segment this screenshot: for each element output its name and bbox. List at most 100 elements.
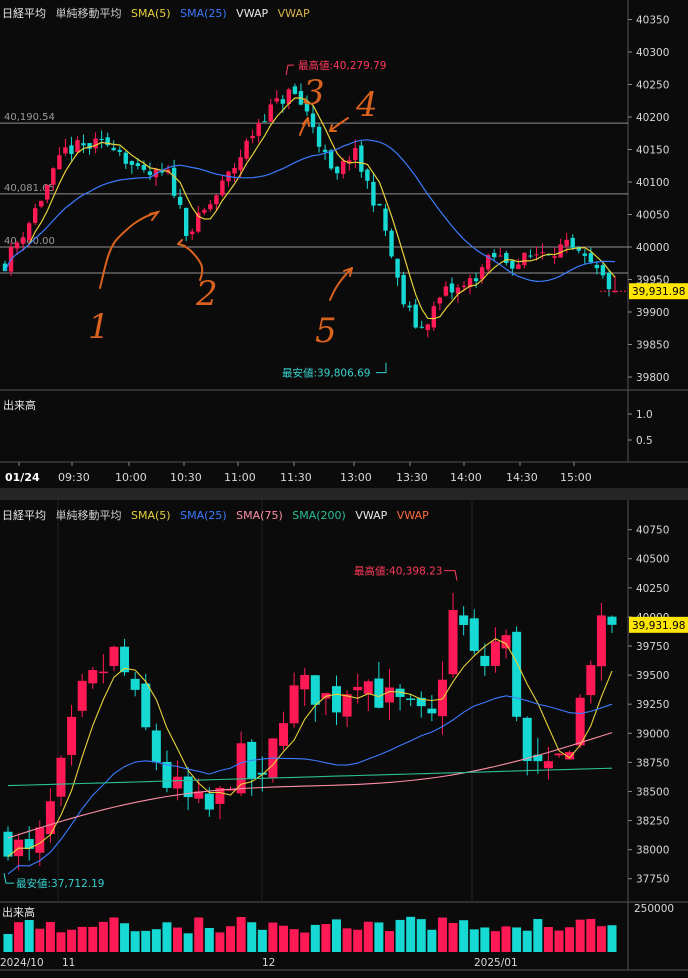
volume-bar xyxy=(427,929,437,952)
legend-sma5[interactable]: SMA(5) xyxy=(131,509,171,522)
legend-indicator: 単純移動平均 xyxy=(55,509,122,522)
y-tick-label: 37750 xyxy=(636,874,669,886)
volume-bar xyxy=(226,926,236,952)
volume-bar xyxy=(268,922,278,952)
annotation-number-1: 1 xyxy=(88,307,110,347)
volume-bar xyxy=(300,932,310,952)
volume-bar xyxy=(554,930,564,952)
x-tick-label: 13:30 xyxy=(396,471,428,484)
volume-bar xyxy=(77,926,87,952)
candle-body xyxy=(552,256,557,258)
volume-label: 出来高 xyxy=(3,398,36,412)
candle-body xyxy=(236,743,246,794)
candle-body xyxy=(522,252,527,266)
volume-bar xyxy=(512,927,522,952)
candle-body xyxy=(443,286,449,296)
candle-body xyxy=(528,255,533,257)
volume-bar xyxy=(247,922,257,952)
candle-body xyxy=(334,166,340,174)
candle-body xyxy=(473,278,479,282)
volume-bar xyxy=(14,922,24,952)
candle-body xyxy=(600,265,606,276)
annotation-number-3: 3 xyxy=(303,73,325,113)
low-label: 最安値:37,712.19 xyxy=(16,877,104,890)
candle-body xyxy=(111,147,116,151)
legend-sma25[interactable]: SMA(25) xyxy=(180,7,227,20)
x-tick-label: 15:00 xyxy=(560,471,592,484)
volume-bar xyxy=(162,922,172,952)
candle-body xyxy=(177,196,183,205)
candle-body xyxy=(365,169,370,181)
legend-sma200[interactable]: SMA(200) xyxy=(292,509,346,522)
candle-body xyxy=(543,761,553,769)
candle-body xyxy=(534,254,539,256)
candle-body xyxy=(353,686,363,691)
volume-bar xyxy=(565,927,575,952)
candle-body xyxy=(564,239,569,247)
candle-body xyxy=(220,180,225,196)
daily-chart-panel: 4075040500402504000039750395003925039000… xyxy=(0,500,688,978)
candle-body xyxy=(310,113,316,128)
candle-body xyxy=(214,195,219,205)
legend-name: 日経平均 xyxy=(2,509,46,522)
y-tick-label: 40150 xyxy=(636,145,669,157)
panel-separator xyxy=(0,488,688,500)
candle-body xyxy=(190,231,195,235)
candle-body xyxy=(204,793,214,810)
legend-vwap2[interactable]: VWAP xyxy=(278,7,310,20)
legend-sma5[interactable]: SMA(5) xyxy=(131,7,171,20)
candle-body xyxy=(437,679,447,717)
candle-body xyxy=(328,150,334,169)
y-tick-label: 39800 xyxy=(636,372,669,384)
candle-body xyxy=(448,609,458,675)
legend-sma25[interactable]: SMA(25) xyxy=(180,509,227,522)
candle-body xyxy=(274,98,279,102)
vol-tick-label: 1.0 xyxy=(636,409,653,421)
volume-bar xyxy=(459,920,469,952)
legend-vwap2[interactable]: VWAP xyxy=(397,509,429,522)
volume-bar xyxy=(533,919,543,952)
candle-body xyxy=(173,776,183,789)
candle-body xyxy=(504,252,509,264)
candle-body xyxy=(449,283,455,293)
x-tick-label: 14:30 xyxy=(506,471,538,484)
candle-body xyxy=(63,147,68,154)
volume-bar xyxy=(490,931,500,952)
x-tick-label: 14:00 xyxy=(450,471,482,484)
candle-body xyxy=(123,152,128,164)
candle-body xyxy=(594,264,600,269)
x-tick-label: 11 xyxy=(62,957,75,969)
volume-bar xyxy=(56,932,66,952)
intraday-chart: 40350 40300 40250 40200 40150 40100 40050 40000… xyxy=(0,0,688,488)
price-tag-text: 39,931.98 xyxy=(632,620,685,632)
legend-indicator: 単純移動平均 xyxy=(55,7,122,20)
candle-body xyxy=(342,694,352,717)
high-label: 最高値:40,398.23 xyxy=(354,565,442,578)
legend-vwap[interactable]: VWAP xyxy=(236,7,268,20)
candle-body xyxy=(596,615,606,667)
volume-bar xyxy=(607,925,617,952)
y-tick-label: 40350 xyxy=(636,15,669,27)
candle-body xyxy=(540,252,545,254)
y-tick-label: 40750 xyxy=(636,525,669,537)
candle-body xyxy=(516,264,521,269)
volume-bar xyxy=(88,926,98,952)
candle-body xyxy=(117,149,122,152)
candle-body xyxy=(99,138,104,140)
volume-bar xyxy=(363,921,373,952)
candle-body xyxy=(406,698,416,700)
annotation-number-2: 2 xyxy=(195,274,218,314)
legend-vwap[interactable]: VWAP xyxy=(355,509,387,522)
legend-sma75[interactable]: SMA(75) xyxy=(236,509,283,522)
candle-body xyxy=(250,135,255,139)
volume-bar xyxy=(204,927,214,952)
candle-body xyxy=(51,168,56,185)
high-label: 最高値:40,279.79 xyxy=(298,59,386,72)
volume-bar xyxy=(215,932,225,952)
candle-body xyxy=(607,616,617,625)
candle-body xyxy=(262,121,267,123)
candle-body xyxy=(75,140,80,153)
candle-body xyxy=(171,167,177,196)
annotation-number-5: 5 xyxy=(315,311,337,351)
candle-body xyxy=(570,237,575,248)
